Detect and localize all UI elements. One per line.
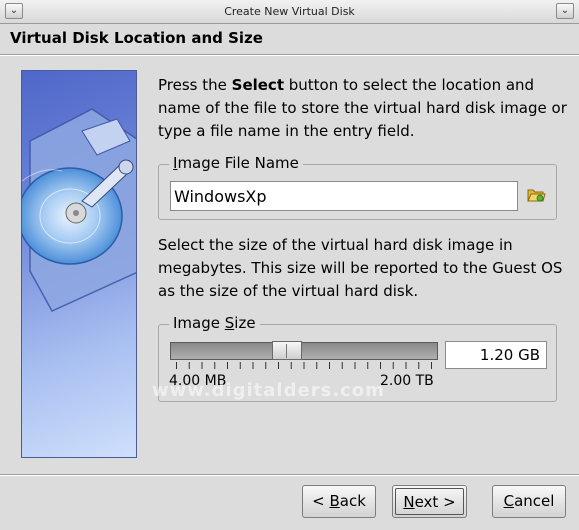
window-close-button[interactable]: ⌄ bbox=[556, 3, 574, 19]
folder-open-icon bbox=[527, 189, 546, 202]
image-size-label-mnemonic: S bbox=[224, 314, 235, 332]
cancel-button[interactable]: Cancel bbox=[492, 485, 566, 518]
location-instructions-select-word: Select bbox=[231, 76, 284, 94]
slider-max-label: 2.00 TB bbox=[380, 373, 434, 389]
image-file-name-label: Image File Name bbox=[169, 154, 303, 172]
image-size-label-pre: Image bbox=[173, 314, 225, 332]
title-bar: ⌄ Create New Virtual Disk ⌄ bbox=[0, 0, 579, 24]
image-size-slider-thumb[interactable] bbox=[272, 341, 302, 360]
image-size-slider-track[interactable] bbox=[170, 342, 438, 360]
image-file-name-label-rest: mage File Name bbox=[177, 154, 299, 172]
wizard-sidebar-image bbox=[21, 70, 137, 458]
back-button-label: ack bbox=[339, 492, 366, 510]
slider-ticks bbox=[176, 362, 432, 369]
window-title: Create New Virtual Disk bbox=[224, 5, 355, 18]
page-title: Virtual Disk Location and Size bbox=[10, 29, 263, 47]
back-button[interactable]: < Back bbox=[302, 485, 376, 518]
next-button-mnemonic: N bbox=[403, 493, 415, 511]
image-file-name-input[interactable] bbox=[170, 181, 518, 211]
hard-disk-icon bbox=[22, 108, 136, 312]
header-divider bbox=[0, 54, 579, 56]
cancel-button-label: ancel bbox=[514, 492, 555, 510]
watermark: www.digitalders.com bbox=[152, 380, 385, 401]
location-instructions: Press the Select button to select the lo… bbox=[158, 74, 568, 143]
back-button-prefix: < bbox=[312, 492, 330, 510]
image-size-label: Image Size bbox=[169, 314, 260, 332]
next-button-focus-ring: Next > bbox=[395, 488, 464, 515]
location-instructions-pre: Press the bbox=[158, 76, 232, 94]
size-instructions: Select the size of the virtual hard disk… bbox=[158, 236, 563, 300]
image-size-input[interactable] bbox=[445, 341, 547, 369]
cancel-button-mnemonic: C bbox=[503, 492, 515, 510]
image-size-label-post: ize bbox=[234, 314, 256, 332]
back-button-mnemonic: B bbox=[329, 492, 340, 510]
footer-divider bbox=[0, 474, 579, 476]
next-button[interactable]: Next > bbox=[392, 485, 467, 518]
next-button-label: ext > bbox=[414, 493, 456, 511]
select-file-button[interactable] bbox=[524, 183, 548, 207]
